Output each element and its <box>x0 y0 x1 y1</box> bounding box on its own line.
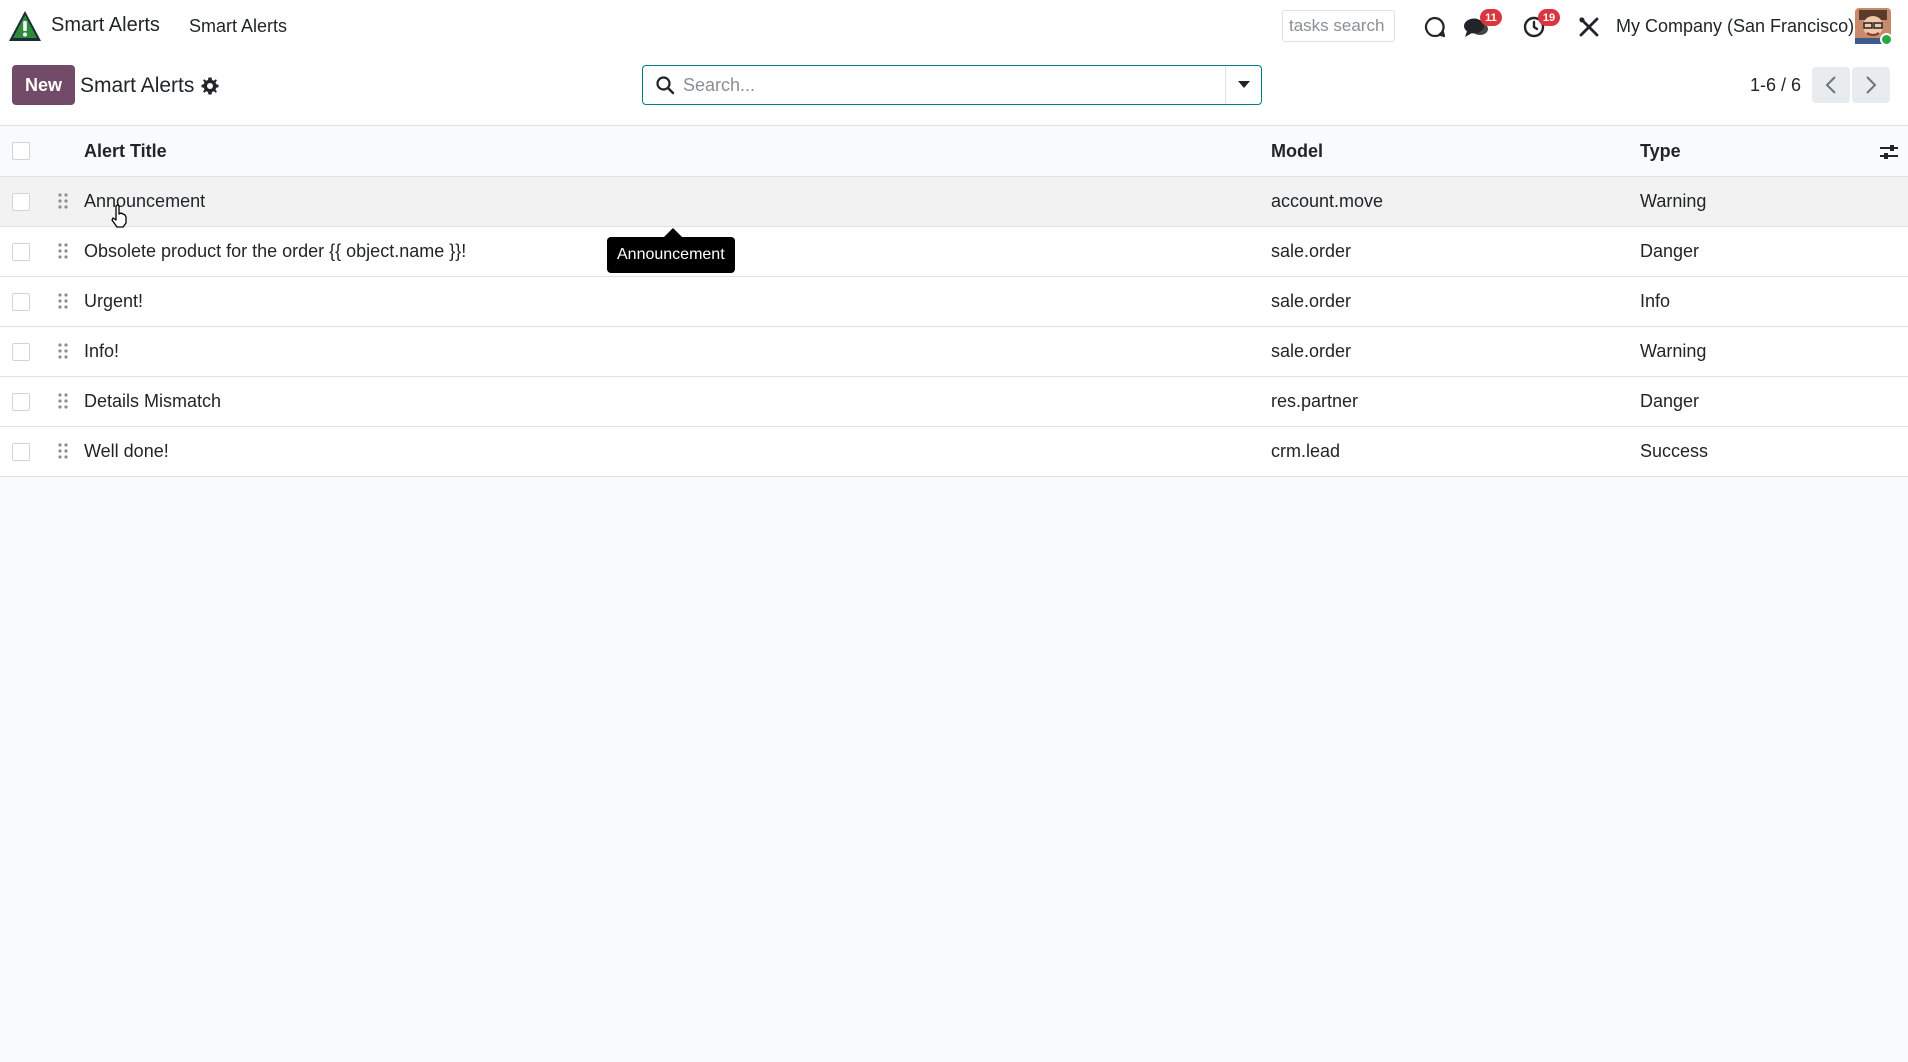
cell-model[interactable]: sale.order <box>1271 341 1351 362</box>
row-checkbox[interactable] <box>12 243 30 261</box>
pager-next-button[interactable] <box>1852 67 1890 103</box>
row-checkbox[interactable] <box>12 443 30 461</box>
drag-handle-icon[interactable] <box>57 442 69 460</box>
chevron-left-icon <box>1825 76 1836 94</box>
row-checkbox[interactable] <box>12 293 30 311</box>
column-header-type[interactable]: Type <box>1640 141 1681 162</box>
search-bar <box>642 65 1262 105</box>
activity-clock-icon[interactable]: 19 <box>1520 9 1560 41</box>
user-avatar[interactable] <box>1855 8 1893 46</box>
menu-item-smart-alerts[interactable]: Smart Alerts <box>189 16 287 37</box>
chat-badge: 11 <box>1480 9 1502 26</box>
cell-alert-title[interactable]: Info! <box>84 341 119 362</box>
activity-badge: 19 <box>1538 9 1560 26</box>
row-checkbox[interactable] <box>12 343 30 361</box>
drag-handle-icon[interactable] <box>57 192 69 210</box>
optional-columns-icon[interactable] <box>1879 142 1899 162</box>
cell-type[interactable]: Warning <box>1640 191 1706 212</box>
search-icon <box>656 76 675 95</box>
new-button[interactable]: New <box>12 65 75 105</box>
drag-handle-icon[interactable] <box>57 292 69 310</box>
select-all-checkbox[interactable] <box>12 142 30 160</box>
cell-type[interactable]: Danger <box>1640 391 1699 412</box>
column-header-alert-title[interactable]: Alert Title <box>84 141 167 162</box>
row-checkbox[interactable] <box>12 393 30 411</box>
table-row[interactable]: Well done! crm.lead Success <box>0 427 1908 477</box>
top-navbar: Smart Alerts Smart Alerts 11 19 My Compa… <box>0 0 1908 53</box>
cell-alert-title[interactable]: Urgent! <box>84 291 143 312</box>
online-status-dot <box>1880 33 1893 46</box>
cell-model[interactable]: res.partner <box>1271 391 1358 412</box>
search-options-toggle[interactable] <box>1225 66 1261 104</box>
cell-alert-title[interactable]: Details Mismatch <box>84 391 221 412</box>
drag-handle-icon[interactable] <box>57 392 69 410</box>
chat-icon[interactable]: 11 <box>1462 9 1502 41</box>
row-checkbox[interactable] <box>12 193 30 211</box>
mouse-cursor-hand-icon <box>111 204 127 228</box>
drag-handle-icon[interactable] <box>57 342 69 360</box>
control-panel: New Smart Alerts 1-6 / 6 <box>0 53 1908 126</box>
chevron-right-icon <box>1866 76 1877 94</box>
cell-alert-title[interactable]: Well done! <box>84 441 169 462</box>
cell-alert-title[interactable]: Obsolete product for the order {{ object… <box>84 241 466 262</box>
cell-type[interactable]: Warning <box>1640 341 1706 362</box>
tasks-search-input[interactable] <box>1282 10 1395 42</box>
gear-icon[interactable] <box>200 76 220 96</box>
cell-type[interactable]: Info <box>1640 291 1670 312</box>
cell-model[interactable]: sale.order <box>1271 241 1351 262</box>
breadcrumb-title: Smart Alerts <box>80 74 195 97</box>
cell-model[interactable]: account.move <box>1271 191 1383 212</box>
column-header-model[interactable]: Model <box>1271 141 1323 162</box>
table-row[interactable]: Announcement account.move Warning <box>0 177 1908 227</box>
caret-down-icon <box>1237 81 1250 88</box>
table-header: Alert Title Model Type <box>0 126 1908 177</box>
cell-type[interactable]: Success <box>1640 441 1708 462</box>
drag-handle-icon[interactable] <box>57 242 69 260</box>
cell-type[interactable]: Danger <box>1640 241 1699 262</box>
app-name[interactable]: Smart Alerts <box>51 14 160 37</box>
cell-model[interactable]: crm.lead <box>1271 441 1340 462</box>
table-row[interactable]: Info! sale.order Warning <box>0 327 1908 377</box>
table-row[interactable]: Details Mismatch res.partner Danger <box>0 377 1908 427</box>
pager-previous-button[interactable] <box>1812 67 1850 103</box>
alerts-list-table: Alert Title Model Type Announcement accou… <box>0 126 1908 477</box>
table-row[interactable]: Obsolete product for the order {{ object… <box>0 227 1908 277</box>
cell-alert-title[interactable]: Announcement <box>84 191 205 212</box>
cell-model[interactable]: sale.order <box>1271 291 1351 312</box>
app-logo-icon[interactable] <box>8 9 42 43</box>
company-switcher[interactable]: My Company (San Francisco) <box>1616 16 1854 37</box>
pager-value[interactable]: 1-6 / 6 <box>1750 75 1801 96</box>
tooltip: Announcement <box>607 228 735 273</box>
debug-tools-icon[interactable] <box>1575 13 1603 41</box>
table-row[interactable]: Urgent! sale.order Info <box>0 277 1908 327</box>
search-input[interactable] <box>683 70 1203 100</box>
voip-phone-icon[interactable] <box>1421 13 1449 41</box>
